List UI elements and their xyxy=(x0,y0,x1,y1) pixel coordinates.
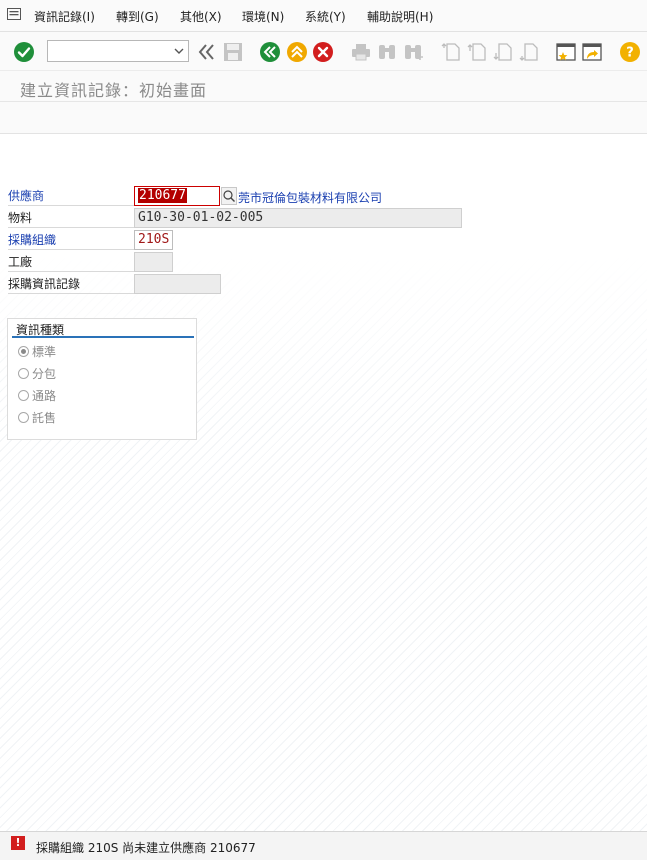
double-left-chevron-icon[interactable] xyxy=(196,41,218,63)
print-icon[interactable] xyxy=(350,41,372,63)
radio-consignment-label: 託售 xyxy=(32,411,57,425)
group-title-underline xyxy=(12,336,194,338)
radio-standard-label: 標準 xyxy=(32,345,57,359)
chevron-down-icon[interactable] xyxy=(173,45,185,57)
vendor-search-help[interactable] xyxy=(221,187,237,205)
material-label: 物料 xyxy=(8,211,33,225)
menu-item-help[interactable]: 輔助說明(H) xyxy=(367,8,433,25)
back-icon[interactable] xyxy=(259,41,281,63)
plant-label: 工廠 xyxy=(8,255,33,269)
menu-item-system[interactable]: 系統(Y) xyxy=(305,8,346,25)
menu-item-goto[interactable]: 轉到(G) xyxy=(116,8,159,25)
purch-org-input[interactable]: 210S xyxy=(134,230,173,250)
radio-pipeline[interactable]: 通路 xyxy=(18,387,56,405)
find-icon[interactable] xyxy=(376,41,398,63)
menu-bar: 資訊記錄(I) 轉到(G) 其他(X) 環境(N) 系統(Y) 輔助說明(H) xyxy=(0,0,647,32)
material-label-underline xyxy=(8,227,134,228)
radio-unselected-icon[interactable] xyxy=(18,390,29,401)
exit-icon[interactable] xyxy=(286,41,308,63)
command-input[interactable] xyxy=(50,42,172,62)
last-page-icon[interactable] xyxy=(518,41,540,63)
status-bar: ! 採購組織 210S 尚未建立供應商 210677 xyxy=(0,831,647,860)
next-page-icon[interactable] xyxy=(492,41,514,63)
shortcut-icon[interactable] xyxy=(581,41,603,63)
vendor-value: 210677 xyxy=(138,188,187,203)
info-record-label-underline xyxy=(8,293,134,294)
error-icon: ! xyxy=(11,836,25,850)
vendor-label-underline xyxy=(8,205,134,206)
command-field[interactable] xyxy=(47,40,189,62)
title-bar: 建立資訊記錄：初始畫面 xyxy=(0,71,647,102)
application-toolbar xyxy=(0,102,647,134)
save-icon[interactable] xyxy=(222,41,244,63)
radio-unselected-icon[interactable] xyxy=(18,368,29,379)
info-record-field[interactable] xyxy=(134,274,221,294)
vendor-label[interactable]: 供應商 xyxy=(8,186,44,206)
plant-label-underline xyxy=(8,271,134,272)
menu-item-info-record[interactable]: 資訊記錄(I) xyxy=(34,8,95,25)
magnifier-icon xyxy=(223,190,235,202)
vendor-description: 莞市冠倫包裝材料有限公司 xyxy=(238,191,383,205)
create-session-icon[interactable] xyxy=(555,41,577,63)
menu-item-extras[interactable]: 其他(X) xyxy=(180,8,222,25)
work-area: 供應商 210677 莞市冠倫包裝材料有限公司 物料 G10-30-01-02-… xyxy=(0,134,647,831)
first-page-icon[interactable] xyxy=(440,41,462,63)
radio-unselected-icon[interactable] xyxy=(18,412,29,423)
radio-consignment[interactable]: 託售 xyxy=(18,409,56,427)
page-title: 建立資訊記錄：初始畫面 xyxy=(20,81,208,100)
vendor-input[interactable]: 210677 xyxy=(134,186,220,206)
status-message[interactable]: 採購組織 210S 尚未建立供應商 210677 xyxy=(36,839,256,856)
info-category-group: 資訊種類 標準 分包 通路 託售 xyxy=(7,318,197,440)
find-next-icon[interactable] xyxy=(402,41,424,63)
info-record-label: 採購資訊記錄 xyxy=(8,277,81,291)
radio-subcontracting[interactable]: 分包 xyxy=(18,365,56,383)
svg-text:?: ? xyxy=(626,46,634,61)
radio-standard[interactable]: 標準 xyxy=(18,343,56,361)
enter-check-icon[interactable] xyxy=(13,41,35,63)
material-field[interactable]: G10-30-01-02-005 xyxy=(134,208,462,228)
previous-page-icon[interactable] xyxy=(466,41,488,63)
purch-org-label[interactable]: 採購組織 xyxy=(8,230,56,250)
menu-logo-icon[interactable] xyxy=(7,8,21,20)
radio-pipeline-label: 通路 xyxy=(32,389,57,403)
radio-subcontracting-label: 分包 xyxy=(32,367,57,381)
help-icon[interactable]: ? xyxy=(619,41,641,63)
menu-item-environment[interactable]: 環境(N) xyxy=(242,8,284,25)
radio-selected-icon[interactable] xyxy=(18,346,29,357)
cancel-icon[interactable] xyxy=(312,41,334,63)
plant-field[interactable] xyxy=(134,252,173,272)
purch-org-label-underline xyxy=(8,249,134,250)
